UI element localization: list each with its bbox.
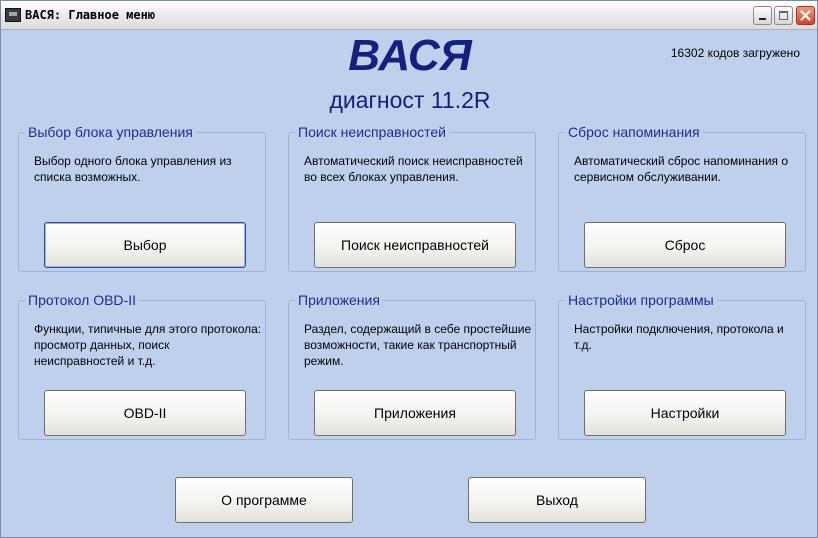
select-button[interactable]: Выбор	[44, 222, 246, 268]
minimize-button[interactable]	[753, 6, 772, 25]
group-program-settings: Настройки программы Настройки подключени…	[558, 292, 806, 440]
group-title: Настройки программы	[565, 292, 717, 308]
maximize-icon	[779, 11, 788, 20]
group-title: Протокол OBD-II	[25, 292, 139, 308]
maximize-button[interactable]	[774, 6, 793, 25]
group-description: Выбор одного блока управления из списка …	[34, 154, 232, 184]
group-title: Сброс напоминания	[565, 124, 703, 140]
obd2-button[interactable]: OBD-II	[44, 390, 246, 436]
reset-button[interactable]: Сброс	[584, 222, 786, 268]
codes-loaded-status: 16302 кодов загружено	[670, 46, 800, 60]
group-fault-search: Поиск неисправностей Автоматический поис…	[288, 124, 536, 272]
fault-search-button[interactable]: Поиск неисправностей	[314, 222, 516, 268]
group-description: Автоматический поиск неисправностей во в…	[304, 154, 523, 184]
group-title: Поиск неисправностей	[295, 124, 449, 140]
group-description: Раздел, содержащий в себе простейшие воз…	[304, 322, 532, 368]
app-icon[interactable]	[5, 8, 21, 22]
group-description: Автоматический сброс напоминания о серви…	[574, 154, 789, 184]
close-button[interactable]	[796, 6, 815, 25]
group-title: Выбор блока управления	[25, 124, 196, 140]
minimize-icon	[759, 18, 766, 20]
main-window: ВАСЯ: Главное меню ВАСЯ диагност 11.2R 1…	[0, 0, 818, 538]
title-bar[interactable]: ВАСЯ: Главное меню	[1, 1, 817, 30]
app-subtitle: диагност 11.2R	[329, 87, 491, 113]
group-service-reset: Сброс напоминания Автоматический сброс н…	[558, 124, 806, 272]
group-obd2-protocol: Протокол OBD-II Функции, типичные для эт…	[18, 292, 266, 440]
exit-button[interactable]: Выход	[468, 477, 646, 523]
settings-button[interactable]: Настройки	[584, 390, 786, 436]
group-control-unit-select: Выбор блока управления Выбор одного блок…	[18, 124, 266, 272]
group-title: Приложения	[295, 292, 383, 308]
close-icon	[800, 10, 811, 21]
group-description: Функции, типичные для этого протокола: п…	[34, 322, 262, 368]
window-title: ВАСЯ: Главное меню	[25, 8, 156, 22]
group-applications: Приложения Раздел, содержащий в себе про…	[288, 292, 536, 440]
about-button[interactable]: О программе	[175, 477, 353, 523]
applications-button[interactable]: Приложения	[314, 390, 516, 436]
group-description: Настройки подключения, протокола и т.д.	[574, 322, 784, 352]
